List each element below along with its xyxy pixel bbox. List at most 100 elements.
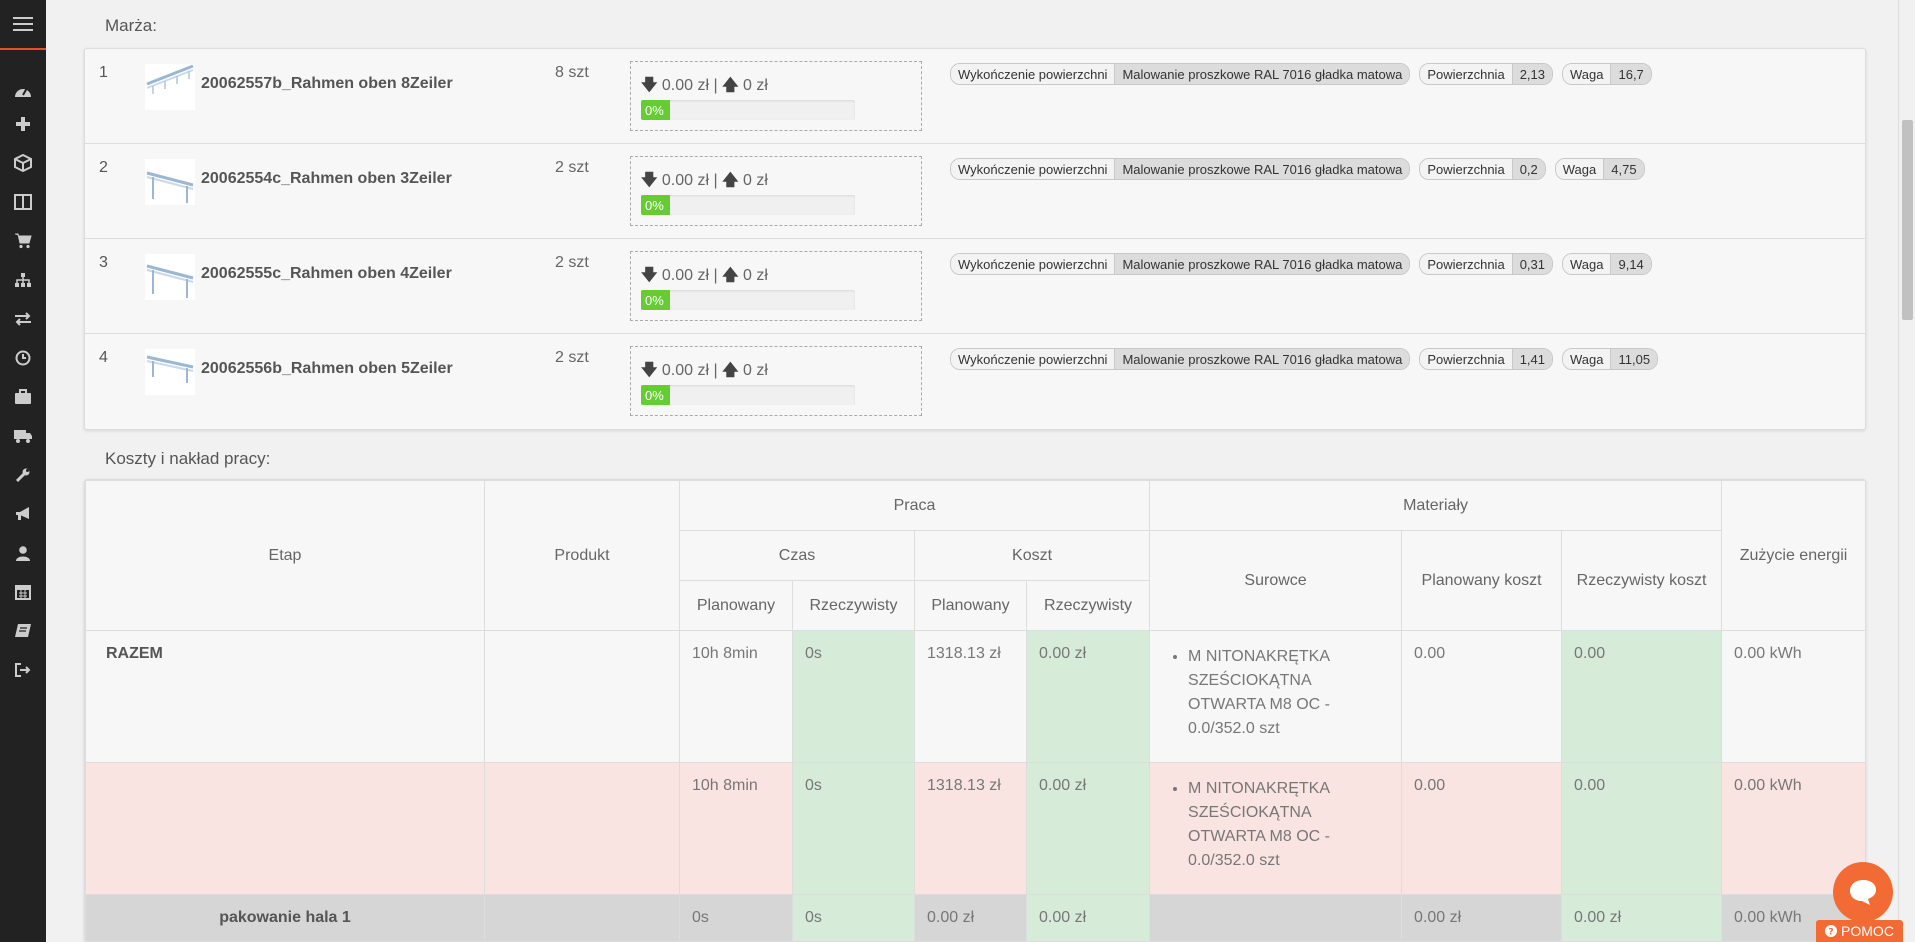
- user-icon[interactable]: [0, 536, 46, 570]
- costs-panel: Etap Produkt Praca Materiały Zużycie ene…: [84, 479, 1866, 942]
- product-name[interactable]: 20062554c_Rahmen oben 3Zeiler: [201, 170, 452, 188]
- row-number: 2: [99, 159, 108, 176]
- header-czas: Czas: [679, 530, 915, 581]
- separator: |: [713, 362, 718, 379]
- product-thumbnail[interactable]: [145, 254, 195, 300]
- rzecz-koszt-cell: 0.00 zł: [1561, 894, 1723, 941]
- sitemap-icon[interactable]: [0, 263, 46, 297]
- margin-box: 🡇 0.00 zł | 🡅 0 zł 0%: [630, 251, 922, 321]
- chat-button[interactable]: [1833, 862, 1893, 922]
- header-praca: Praca: [678, 480, 1151, 531]
- quantity: 8 szt: [555, 64, 589, 81]
- wrench-icon[interactable]: [0, 458, 46, 492]
- header-czas-rzeczywisty: Rzeczywisty: [792, 580, 915, 631]
- separator: |: [713, 267, 718, 284]
- rzecz-koszt-cell: 0.00: [1561, 630, 1723, 763]
- margin-progress: 0%: [641, 385, 855, 405]
- truck-icon[interactable]: [0, 419, 46, 453]
- arrow-down-icon: 🡇: [641, 77, 658, 94]
- table-row-total: RAZEM 10h 8min 0s 1318.13 zł 0.00 zł M N…: [85, 630, 1865, 763]
- product-thumbnail[interactable]: [145, 159, 195, 205]
- plan-koszt-cell: 0.00: [1401, 762, 1563, 895]
- header-rzecz-koszt: Rzeczywisty koszt: [1561, 530, 1723, 631]
- clock-icon[interactable]: [0, 341, 46, 375]
- price-line: 🡇 0.00 zł | 🡅 0 zł: [641, 74, 768, 101]
- tag-finish: Wykończenie powierzchni Malowanie proszko…: [950, 253, 1411, 275]
- etap-cell: RAZEM: [85, 630, 485, 763]
- attribute-tags: Wykończenie powierzchni Malowanie proszko…: [950, 253, 1652, 275]
- cube-icon[interactable]: [0, 146, 46, 180]
- czas-rz-cell: 0s: [792, 630, 915, 763]
- czas-rz-cell: 0s: [792, 894, 915, 941]
- product-thumbnail[interactable]: [145, 64, 195, 110]
- marza-panel: 1 20062557b_Rahmen oben 8Zeiler 8 szt 🡇 …: [84, 48, 1866, 430]
- briefcase-icon[interactable]: [0, 380, 46, 414]
- tag-surface: Powierzchnia 0,2: [1419, 158, 1546, 180]
- header-plan-koszt: Planowany koszt: [1401, 530, 1563, 631]
- bullhorn-icon[interactable]: [0, 497, 46, 531]
- header-koszt-rzeczywisty: Rzeczywisty: [1025, 580, 1151, 631]
- header-zuzycie: Zużycie energii: [1721, 480, 1865, 631]
- margin-progress: 0%: [641, 290, 855, 310]
- tag-weight: Waga 9,14: [1562, 253, 1652, 275]
- cart-icon[interactable]: [0, 224, 46, 258]
- koszt-rz-cell: 0.00 zł: [1025, 762, 1151, 895]
- progress-bar-label: 0%: [641, 100, 670, 120]
- product-thumbnail[interactable]: [145, 349, 195, 395]
- menu-toggle-button[interactable]: [0, 0, 46, 50]
- tag-weight: Waga 4,75: [1554, 158, 1645, 180]
- arrow-down-icon: 🡇: [641, 267, 658, 284]
- header-surowce: Surowce: [1149, 530, 1403, 631]
- costs-table: Etap Produkt Praca Materiały Zużycie ene…: [85, 480, 1865, 941]
- vertical-scrollbar[interactable]: [1898, 0, 1915, 942]
- czas-rz-cell: 0s: [792, 762, 915, 895]
- calendar-icon[interactable]: [0, 575, 46, 609]
- sidebar: [0, 0, 46, 942]
- progress-bar-label: 0%: [641, 385, 670, 405]
- produkt-cell: [484, 894, 680, 941]
- koszt-rz-cell: 0.00 zł: [1025, 894, 1151, 941]
- svg-text:?: ?: [1828, 928, 1833, 938]
- surowce-cell: M NITONAKRĘTKA SZEŚCIOKĄTNA OTWARTA M8 O…: [1149, 762, 1403, 895]
- product-name[interactable]: 20062557b_Rahmen oben 8Zeiler: [201, 75, 453, 93]
- header-produkt: Produkt: [484, 480, 680, 631]
- surowce-cell: M NITONAKRĘTKA SZEŚCIOKĄTNA OTWARTA M8 O…: [1149, 630, 1403, 763]
- marza-label: Marża:: [105, 16, 157, 35]
- arrow-up-icon: 🡅: [722, 172, 739, 189]
- margin-progress: 0%: [641, 195, 855, 215]
- tag-finish: Wykończenie powierzchni Malowanie proszko…: [950, 63, 1411, 85]
- help-button[interactable]: ? POMOC: [1816, 920, 1903, 942]
- price-up: 0 zł: [743, 362, 768, 379]
- quantity: 2 szt: [555, 159, 589, 176]
- tag-finish: Wykończenie powierzchni Malowanie proszko…: [950, 348, 1411, 370]
- list-item: 4 20062556b_Rahmen oben 5Zeiler 2 szt 🡇 …: [85, 334, 1865, 429]
- header-koszt-planowany: Planowany: [914, 580, 1027, 631]
- koszt-plan-cell: 0.00 zł: [914, 894, 1027, 941]
- quantity: 2 szt: [555, 254, 589, 271]
- table-row: pakowanie hala 1 0s 0s 0.00 zł 0.00 zł 0…: [85, 894, 1865, 941]
- price-line: 🡇 0.00 zł | 🡅 0 zł: [641, 169, 768, 196]
- plus-icon[interactable]: [0, 107, 46, 141]
- header-etap: Etap: [85, 480, 485, 631]
- quantity: 2 szt: [555, 349, 589, 366]
- surowce-cell: [1149, 894, 1403, 941]
- margin-progress: 0%: [641, 100, 855, 120]
- plan-koszt-cell: 0.00 zł: [1401, 894, 1563, 941]
- header-materialy: Materiały: [1149, 480, 1723, 531]
- sign-out-icon[interactable]: [0, 653, 46, 687]
- table-row: 10h 8min 0s 1318.13 zł 0.00 zł M NITONAK…: [85, 762, 1865, 895]
- exchange-icon[interactable]: [0, 302, 46, 336]
- columns-icon[interactable]: [0, 185, 46, 219]
- rzecz-koszt-cell: 0.00: [1561, 762, 1723, 895]
- chat-icon: [1850, 880, 1876, 905]
- progress-bar-label: 0%: [641, 290, 670, 310]
- scrollbar-thumb[interactable]: [1902, 120, 1913, 320]
- book-icon[interactable]: [0, 614, 46, 648]
- separator: |: [713, 172, 718, 189]
- koszt-plan-cell: 1318.13 zł: [914, 630, 1027, 763]
- price-down: 0.00 zł: [661, 362, 710, 379]
- dashboard-icon[interactable]: [0, 74, 46, 108]
- product-name[interactable]: 20062555c_Rahmen oben 4Zeiler: [201, 265, 452, 283]
- product-name[interactable]: 20062556b_Rahmen oben 5Zeiler: [201, 360, 453, 378]
- arrow-up-icon: 🡅: [722, 267, 739, 284]
